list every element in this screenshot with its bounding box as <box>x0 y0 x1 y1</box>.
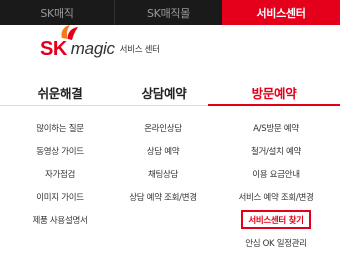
menu-item-product-manual[interactable]: 제품 사용설명서 <box>32 208 87 231</box>
menu-item-service-booking-lookup[interactable]: 서비스 예약 조회/변경 <box>238 185 313 208</box>
menu-item-fee-info[interactable]: 이용 요금안내 <box>252 162 300 185</box>
logo-subtitle: 서비스 센터 <box>119 45 160 55</box>
sk-butterfly-logo-icon <box>61 24 78 40</box>
menu-item-faq[interactable]: 많이하는 질문 <box>36 116 84 139</box>
menu-item-self-check[interactable]: 자가점검 <box>45 162 75 185</box>
menu-item-chat-consult[interactable]: 채팅상담 <box>148 162 178 185</box>
menu-item-find-service-center[interactable]: 서비스센터 찾기 <box>241 210 311 229</box>
top-navigation-bar: SK매직 SK매직몰 서비스센터 <box>0 0 340 25</box>
category-tabs: 쉬운해결 상담예약 방문예약 <box>0 80 340 106</box>
consult-menu: 온라인상담 상담 예약 채팅상담 상담 예약 조회/변경 <box>102 116 224 208</box>
category-visit-booking[interactable]: 방문예약 <box>208 80 340 106</box>
menu-item-video-guide[interactable]: 동영상 가이드 <box>36 139 84 162</box>
logo-sk-text: SK <box>40 24 78 61</box>
menu-item-consult-booking-lookup[interactable]: 상담 예약 조회/변경 <box>129 185 197 208</box>
visit-menu: A/S방문 예약 철거/설치 예약 이용 요금안내 서비스 예약 조회/변경 서… <box>212 116 340 254</box>
menu-item-online-consult[interactable]: 온라인상담 <box>144 116 182 139</box>
sk-magic-logo[interactable]: SK magic 서비스 센터 <box>40 24 160 66</box>
logo-magic-text: magic <box>70 39 115 58</box>
tab-service-center[interactable]: 서비스센터 <box>222 0 340 25</box>
menu-item-consult-booking[interactable]: 상담 예약 <box>147 139 180 162</box>
menu-item-as-visit-booking[interactable]: A/S방문 예약 <box>253 116 299 139</box>
tab-sk-magic[interactable]: SK매직 <box>0 0 115 25</box>
menu-item-image-guide[interactable]: 이미지 가이드 <box>36 185 84 208</box>
category-easy-fix[interactable]: 쉬운해결 <box>0 80 120 106</box>
tab-sk-magic-mall[interactable]: SK매직몰 <box>115 0 222 25</box>
menu-item-removal-install-booking[interactable]: 철거/설치 예약 <box>251 139 301 162</box>
category-consult-booking[interactable]: 상담예약 <box>120 80 208 106</box>
menu-item-safe-ok-schedule[interactable]: 안심 OK 일정관리 <box>245 231 307 254</box>
